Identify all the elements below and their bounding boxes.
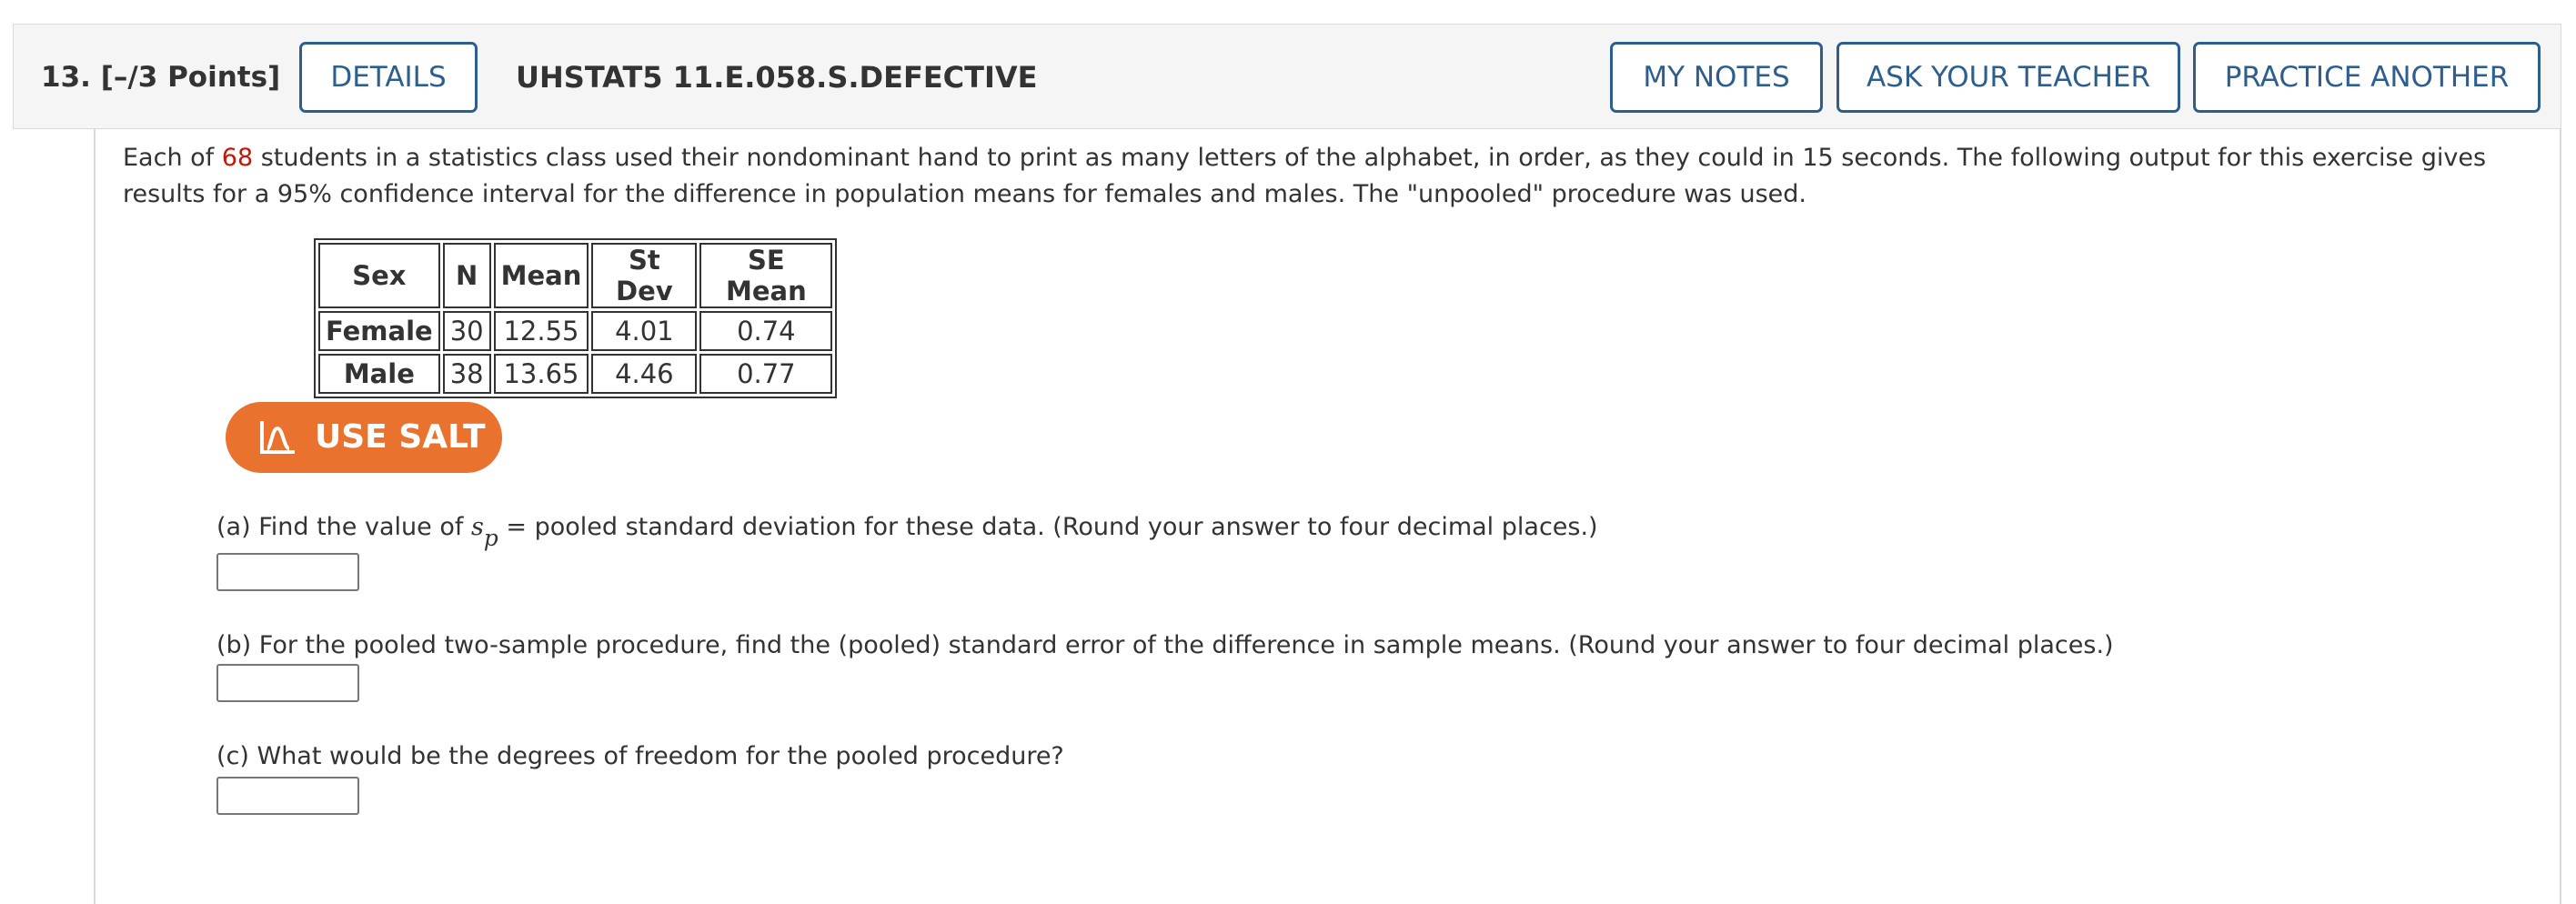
question-c-text: (c) What would be the degrees of freedom… — [216, 742, 1064, 770]
question-a-variable: s — [470, 513, 484, 541]
question-number-points: 13. [–/3 Points] — [41, 25, 280, 130]
header-sex: Sex — [318, 243, 440, 308]
question-header: 13. [–/3 Points] DETAILS UHSTAT5 11.E.05… — [13, 24, 2561, 129]
answer-a-input[interactable] — [216, 553, 359, 591]
table-header-row: Sex N Mean St Dev SE Mean — [318, 243, 833, 308]
question-a-prefix: (a) Find the value of — [216, 513, 471, 541]
intro-text-start: Each of — [123, 144, 222, 172]
ask-your-teacher-button[interactable]: ASK YOUR TEACHER — [1836, 42, 2180, 113]
row-n: 38 — [442, 354, 491, 394]
row-sex: Male — [318, 354, 440, 394]
details-button[interactable]: DETAILS — [299, 42, 478, 113]
row-se-mean: 0.74 — [699, 311, 833, 351]
header-mean: Mean — [493, 243, 589, 308]
row-mean: 13.65 — [493, 354, 589, 394]
table-row: Female 30 12.55 4.01 0.74 — [318, 311, 833, 351]
summary-statistics-table: Sex N Mean St Dev SE Mean Female 30 12.5… — [314, 238, 838, 398]
row-n: 30 — [442, 311, 491, 351]
table-row: Male 38 13.65 4.46 0.77 — [318, 354, 833, 394]
question-body: Each of 68 students in a statistics clas… — [94, 129, 2561, 904]
use-salt-button[interactable]: USE SALT — [226, 402, 502, 473]
header-se-mean: SE Mean — [699, 243, 833, 308]
question-b-text: (b) For the pooled two-sample procedure,… — [216, 631, 2114, 659]
my-notes-button[interactable]: MY NOTES — [1610, 42, 1823, 113]
question-a-text: (a) Find the value of sp = pooled standa… — [216, 513, 1598, 551]
row-mean: 12.55 — [493, 311, 589, 351]
practice-another-button[interactable]: PRACTICE ANOTHER — [2193, 42, 2541, 113]
num-students: 68 — [221, 144, 254, 172]
header-st-dev: St Dev — [591, 243, 698, 308]
row-sex: Female — [318, 311, 440, 351]
question-intro: Each of 68 students in a statistics clas… — [123, 140, 2551, 213]
question-a-subscript: p — [483, 525, 498, 551]
salt-graph-icon — [260, 421, 295, 454]
question-number: 13. — [41, 61, 91, 94]
row-st-dev: 4.46 — [591, 354, 698, 394]
answer-c-input[interactable] — [216, 777, 359, 815]
use-salt-label: USE SALT — [315, 418, 486, 456]
intro-text-rest: students in a statistics class used thei… — [123, 144, 2487, 208]
answer-b-input[interactable] — [216, 664, 359, 702]
header-n: N — [442, 243, 491, 308]
question-a-suffix: = pooled standard deviation for these da… — [498, 513, 1598, 541]
row-se-mean: 0.77 — [699, 354, 833, 394]
question-code: UHSTAT5 11.E.058.S.DEFECTIVE — [516, 60, 1038, 95]
row-st-dev: 4.01 — [591, 311, 698, 351]
question-points: [–/3 Points] — [100, 61, 281, 94]
